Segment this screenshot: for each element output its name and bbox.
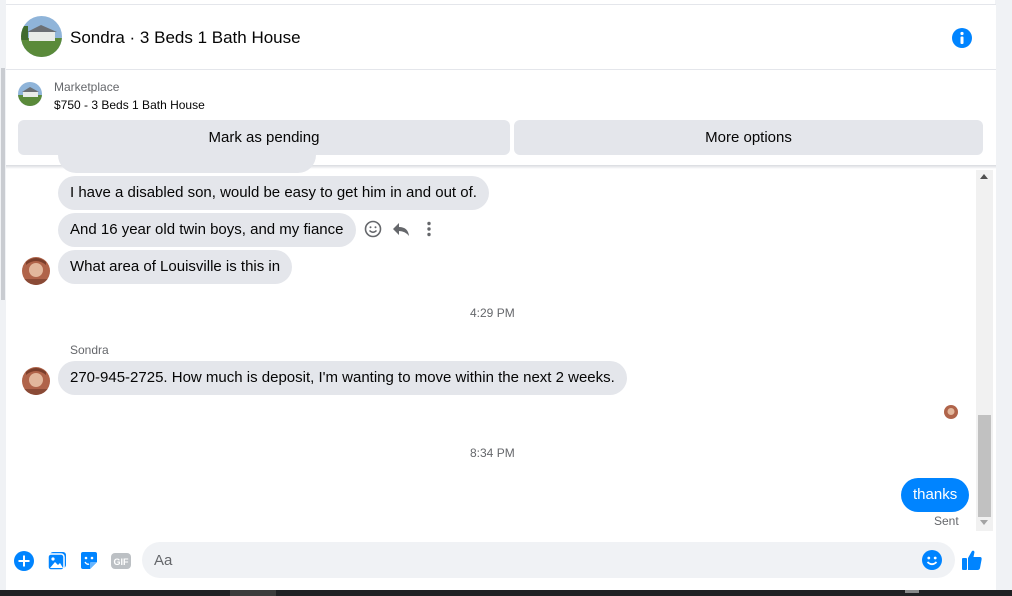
sender-name: Sondra xyxy=(70,343,109,357)
read-receipt-avatar xyxy=(944,405,958,419)
gif-icon[interactable]: GIF xyxy=(110,550,132,572)
page-scrollbar-thumb[interactable] xyxy=(1,68,5,300)
house-thumbnail-icon[interactable] xyxy=(21,16,62,57)
react-emoji-icon[interactable] xyxy=(363,219,383,244)
chat-window: Sondra · 3 Beds 1 Bath House Marketplace… xyxy=(6,4,996,592)
my-message-bubble[interactable]: thanks xyxy=(901,478,970,512)
message-bubble[interactable]: I have a disabled son, would be easy to … xyxy=(58,176,489,210)
scrollbar-thumb[interactable] xyxy=(978,415,991,517)
listing-thumbnail-icon[interactable] xyxy=(18,82,42,106)
message-bubble[interactable]: And 16 year old twin boys, and my fiance xyxy=(58,213,356,247)
message-composer[interactable] xyxy=(142,542,955,578)
timestamp: 8:34 PM xyxy=(470,446,515,460)
more-options-button[interactable]: More options xyxy=(514,120,983,155)
avatar[interactable] xyxy=(22,257,50,285)
thumbs-up-icon[interactable] xyxy=(960,548,984,572)
avatar[interactable] xyxy=(22,367,50,395)
mark-as-pending-button[interactable]: Mark as pending xyxy=(18,120,510,155)
listing-title[interactable]: $750 - 3 Beds 1 Bath House xyxy=(54,98,205,112)
message-bubble[interactable]: What area of Louisville is this in xyxy=(58,250,293,284)
marketplace-label: Marketplace xyxy=(54,80,120,94)
more-icon[interactable] xyxy=(419,219,439,244)
message-bubble-partial xyxy=(58,155,316,173)
scroll-down-arrow[interactable] xyxy=(980,520,988,525)
conversation-title[interactable]: Sondra · 3 Beds 1 Bath House xyxy=(70,28,301,48)
emoji-icon[interactable] xyxy=(921,549,943,571)
scroll-up-arrow[interactable] xyxy=(980,174,988,179)
taskbar-item[interactable] xyxy=(230,590,276,596)
chat-header: Sondra · 3 Beds 1 Bath House xyxy=(6,5,996,70)
message-bubble[interactable]: 270-945-2725. How much is deposit, I'm w… xyxy=(58,361,627,395)
taskbar xyxy=(0,590,1012,596)
svg-text:GIF: GIF xyxy=(114,557,130,567)
reply-icon[interactable] xyxy=(391,219,411,244)
message-actions xyxy=(363,218,435,240)
window-edge xyxy=(995,0,1012,596)
timestamp: 4:29 PM xyxy=(470,306,515,320)
photo-icon[interactable] xyxy=(46,550,68,572)
sticker-icon[interactable] xyxy=(78,550,100,572)
message-input[interactable] xyxy=(154,542,914,578)
sent-status: Sent xyxy=(934,514,959,528)
taskbar-tray xyxy=(905,590,919,593)
plus-circle-icon[interactable] xyxy=(13,550,35,572)
info-icon[interactable] xyxy=(951,27,973,49)
conversation-scrollbar[interactable] xyxy=(976,170,993,531)
